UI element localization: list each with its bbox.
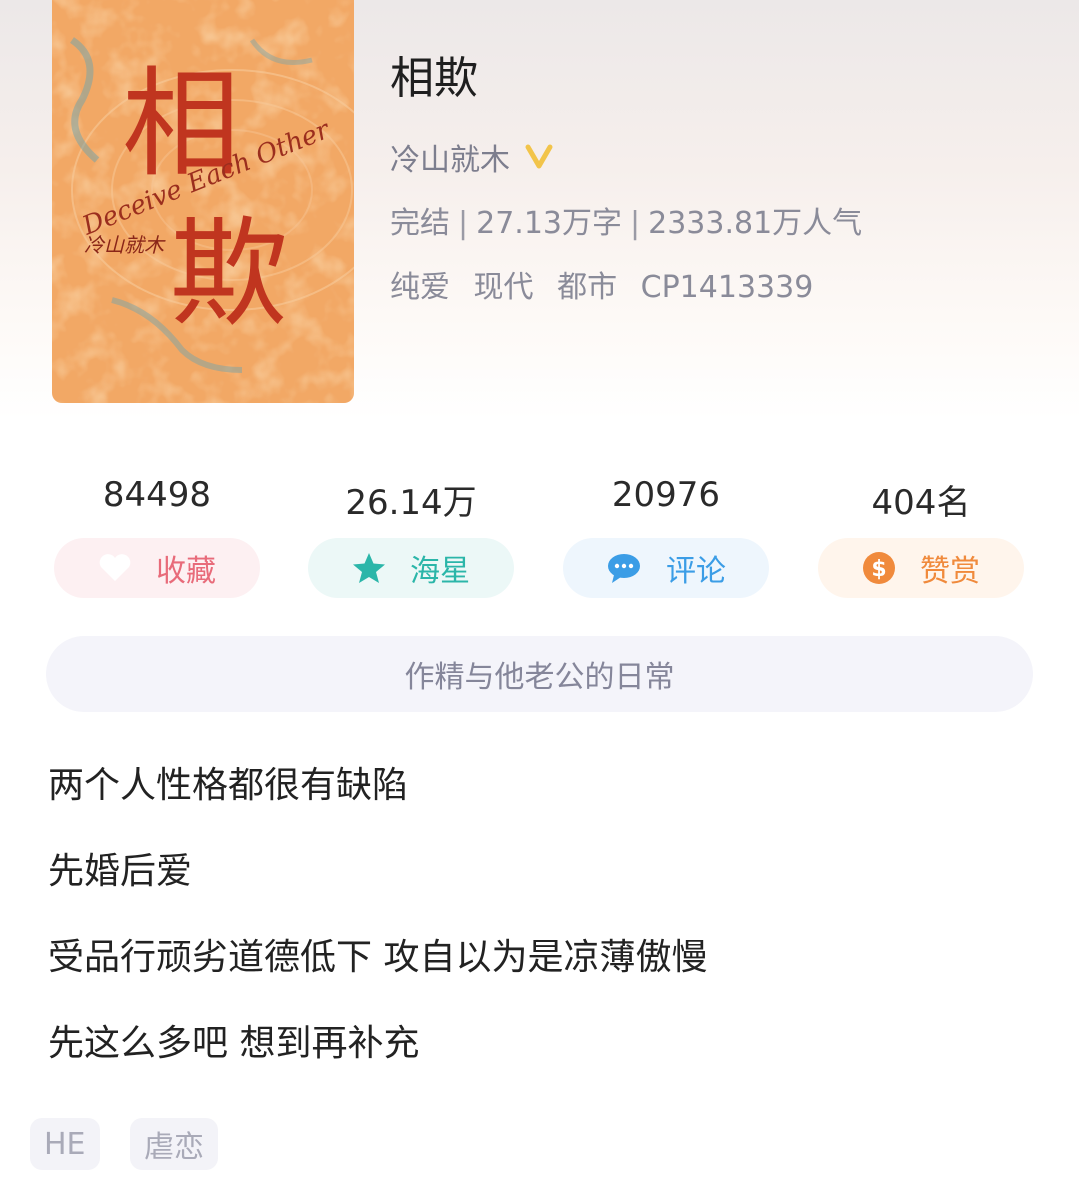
favorite-button[interactable]: 收藏 — [54, 538, 260, 598]
book-title: 相欺 — [390, 53, 478, 104]
reward-label: 赞赏 — [920, 554, 980, 589]
author-row[interactable]: 冷山就木 — [390, 135, 554, 179]
word-count: 27.13万字 — [476, 206, 622, 241]
author-name[interactable]: 冷山就木 — [390, 135, 510, 179]
cover-signature: 冷山就木 — [84, 233, 166, 257]
reward-rank: 404名 — [871, 483, 971, 523]
completion-status: 完结 — [390, 206, 450, 241]
comment-button[interactable]: 评论 — [563, 538, 769, 598]
cp-id: CP1413339 — [640, 270, 814, 305]
book-stats: 完结 | 27.13万字 | 2333.81万人气 — [390, 206, 863, 241]
cover-title-char: 欺 — [170, 205, 288, 343]
favorites-count: 84498 — [102, 475, 212, 515]
tag-chip[interactable]: 虐恋 — [130, 1118, 218, 1170]
genre-tag[interactable]: 纯爱 — [390, 270, 450, 305]
starfish-button[interactable]: 海星 — [308, 538, 514, 598]
star-icon — [352, 552, 386, 584]
description-line: 受品行顽劣道德低下 攻自以为是凉薄傲慢 — [48, 937, 708, 978]
starfish-label: 海星 — [410, 554, 470, 589]
coin-icon: $ — [862, 551, 896, 585]
comment-label: 评论 — [666, 554, 726, 589]
starfish-count: 26.14万 — [345, 483, 477, 523]
intro-tagline: 作精与他老公的日常 — [404, 660, 675, 695]
description-line: 先这么多吧 想到再补充 — [48, 1023, 420, 1064]
book-cover[interactable]: 相 欺 Deceive Each Other 冷山就木 — [52, 0, 354, 403]
reward-button[interactable]: $ 赞赏 — [818, 538, 1024, 598]
popularity: 2333.81万人气 — [648, 206, 863, 241]
genre-tag[interactable]: 现代 — [474, 270, 534, 305]
genre-tags: 纯爱 现代 都市 CP1413339 — [390, 262, 827, 306]
comment-count: 20976 — [611, 475, 721, 515]
comment-icon — [606, 552, 642, 584]
svg-text:$: $ — [871, 557, 886, 582]
genre-tag[interactable]: 都市 — [557, 270, 617, 305]
verified-badge-icon — [524, 140, 554, 174]
heart-icon — [98, 553, 132, 583]
tag-chip[interactable]: HE — [30, 1118, 100, 1170]
favorite-label: 收藏 — [156, 554, 216, 589]
description-line: 先婚后爱 — [48, 851, 193, 892]
intro-tagline-bar[interactable]: 作精与他老公的日常 — [46, 636, 1033, 712]
description-line: 两个人性格都很有缺陷 — [48, 765, 409, 806]
